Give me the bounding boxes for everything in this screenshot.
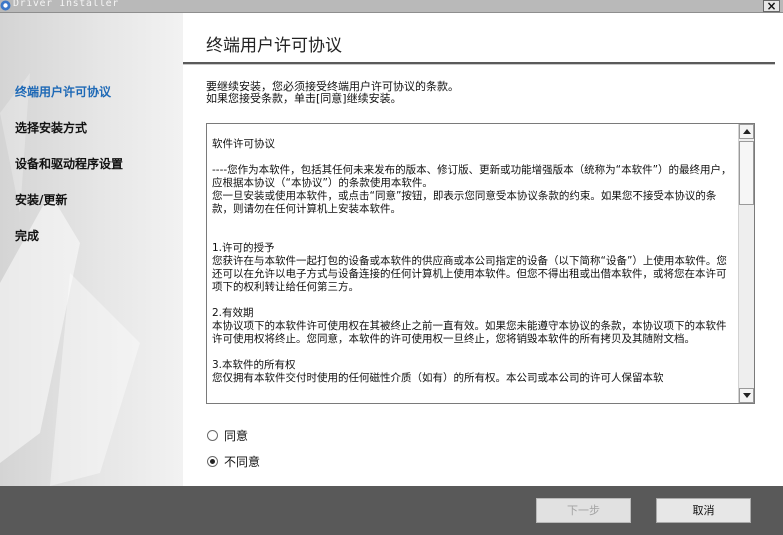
license-section-title: 3.本软件的所有权 [212, 359, 296, 371]
window-title: Driver Installer [13, 0, 119, 9]
agree-label: 同意 [224, 429, 249, 443]
license-textbox[interactable]: 软件许可协议 ----您作为本软件，包括其任何未来发布的版本、修订版、更新或功能… [206, 123, 755, 404]
arrow-down-icon [743, 393, 751, 398]
license-section-title: 2.有效期 [212, 307, 254, 319]
license-paragraph: 您仅拥有本软件交付时使用的任何磁性介质（如有）的所有权。本公司或本公司的许可人保… [212, 372, 664, 384]
next-button[interactable]: 下一步 [536, 498, 631, 523]
disagree-option[interactable]: 不同意 [207, 453, 260, 470]
app-logo-icon [0, 0, 11, 11]
license-paragraph: 您一旦安装或使用本软件，或点击“同意”按钮，即表示您同意受本协议条款的约束。如果… [212, 190, 717, 215]
license-paragraph: ----您作为本软件，包括其任何未来发布的版本、修订版、更新或功能增强版本（统称… [212, 164, 732, 189]
license-paragraph: 您获许在与本软件一起打包的设备或本软件的供应商或本公司指定的设备（以下简称“设备… [212, 255, 727, 293]
agree-radio[interactable] [207, 430, 218, 441]
step-install-update: 安装/更新 [15, 193, 68, 207]
scroll-up-button[interactable] [739, 124, 754, 139]
page-title: 终端用户许可协议 [206, 36, 342, 56]
scroll-thumb[interactable] [739, 141, 754, 205]
disagree-radio[interactable] [207, 456, 218, 467]
step-install-method: 选择安装方式 [15, 121, 88, 135]
intro-line-2: 如果您接受条款，单击[同意]继续安装。 [206, 92, 402, 105]
close-button[interactable]: × [763, 0, 780, 12]
sidebar: 终端用户许可协议 选择安装方式 设备和驱动程序设置 安装/更新 完成 [0, 13, 183, 486]
license-text: 软件许可协议 ----您作为本软件，包括其任何未来发布的版本、修订版、更新或功能… [212, 138, 734, 402]
step-device-driver-settings: 设备和驱动程序设置 [15, 157, 124, 171]
license-scrollbar[interactable] [738, 124, 754, 403]
intro-text: 要继续安装，您必须接受终端用户许可协议的条款。 如果您接受条款，单击[同意]继续… [206, 81, 459, 105]
step-finish: 完成 [15, 229, 40, 243]
license-heading: 软件许可协议 [212, 138, 275, 150]
title-bar: Driver Installer × [0, 0, 783, 13]
license-section-title: 1.许可的授予 [212, 242, 275, 254]
arrow-up-icon [743, 129, 751, 134]
header-divider-shadow [183, 64, 775, 65]
cancel-button[interactable]: 取消 [656, 498, 751, 523]
agree-option[interactable]: 同意 [207, 427, 248, 444]
disagree-label: 不同意 [224, 455, 261, 469]
license-paragraph: 本协议项下的本软件许可使用权在其被终止之前一直有效。如果您未能遵守本协议的条款，… [212, 320, 727, 345]
step-eula: 终端用户许可协议 [15, 85, 112, 99]
scroll-down-button[interactable] [739, 388, 754, 403]
